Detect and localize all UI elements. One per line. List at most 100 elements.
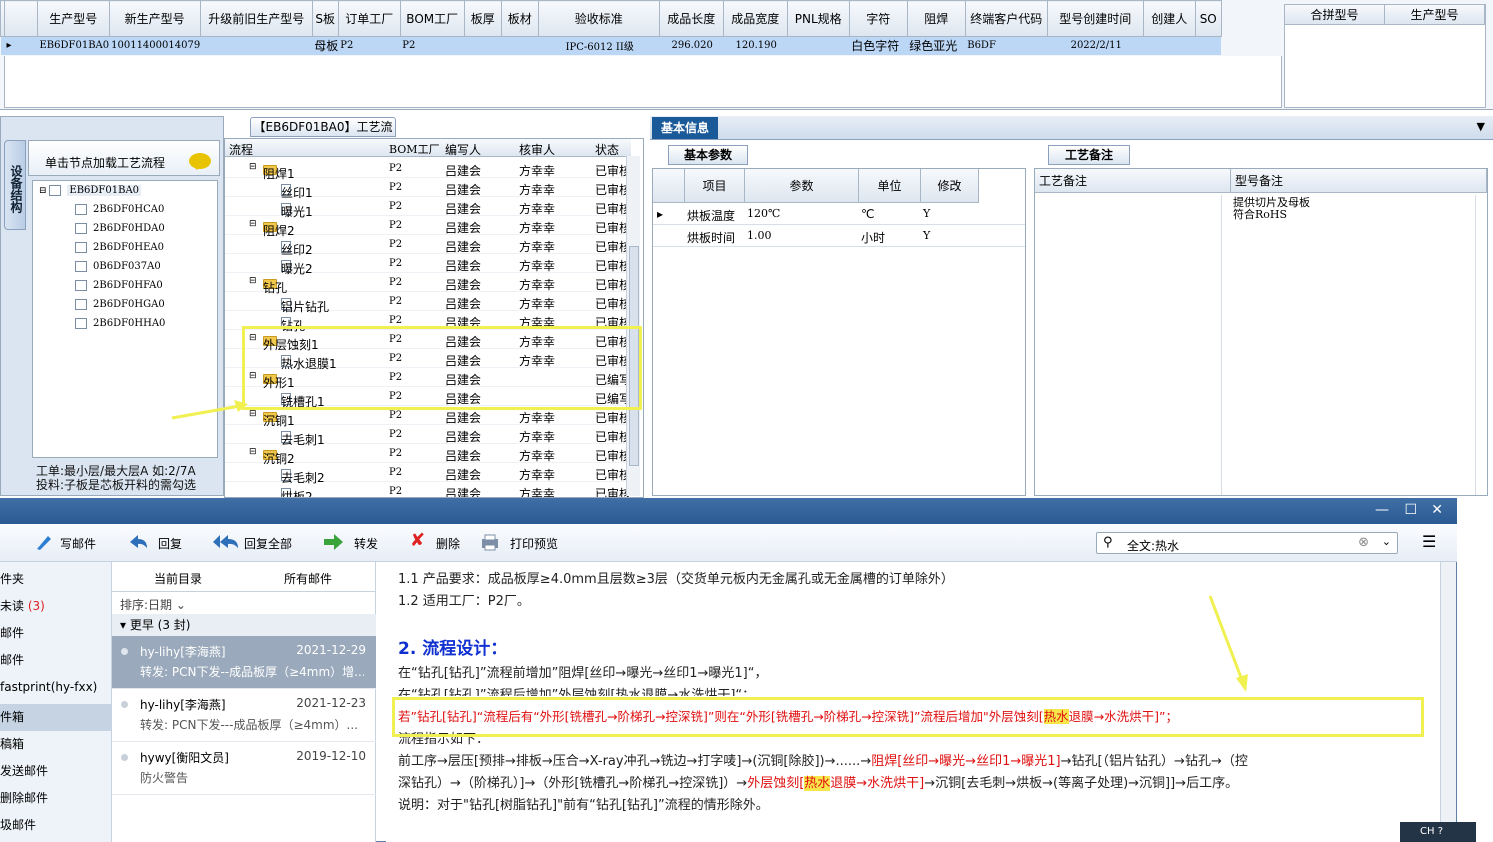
cell[interactable]: 方幸幸 bbox=[519, 181, 555, 198]
col-header[interactable]: 板厚 bbox=[463, 0, 502, 37]
cell[interactable]: P2 bbox=[400, 36, 465, 55]
cell[interactable]: P2 bbox=[389, 486, 402, 497]
tab-current-folder[interactable]: 当前目录 bbox=[154, 570, 202, 587]
table-row[interactable]: 去毛刺2 P2 吕建会 方幸幸 已审核 bbox=[225, 463, 631, 485]
cell[interactable]: 吕建会 bbox=[445, 181, 481, 198]
cell[interactable]: P2 bbox=[338, 36, 401, 55]
print-preview-button[interactable]: 打印预览 bbox=[510, 535, 558, 552]
tab-process-flow[interactable]: 【EB6DF01BA0】工艺流程 bbox=[250, 117, 396, 152]
maximize-icon[interactable]: ☐ bbox=[1404, 502, 1417, 518]
cell[interactable]: P2 bbox=[389, 448, 402, 459]
scrollbar[interactable] bbox=[1475, 195, 1487, 495]
table-row[interactable]: 铝片钻孔 P2 吕建会 方幸幸 已审核 bbox=[225, 292, 631, 314]
tab-all-mail[interactable]: 所有邮件 bbox=[284, 570, 332, 587]
sort-dropdown[interactable]: 排序:日期 ⌄ bbox=[120, 596, 186, 613]
cell[interactable]: 已审核 bbox=[595, 238, 629, 255]
cell[interactable] bbox=[501, 36, 539, 55]
tree-node[interactable]: 2B6DF0HEA0 bbox=[75, 242, 164, 253]
cell[interactable]: 已审核 bbox=[595, 257, 629, 274]
cell[interactable]: P2 bbox=[389, 429, 402, 440]
cell[interactable]: 已审核 bbox=[595, 409, 629, 426]
col-header[interactable]: 成品宽度 bbox=[722, 0, 788, 37]
list-item-selected[interactable]: hy-lihy[李海燕] 2021-12-29 转发: PCN下发--成品板厚（… bbox=[112, 636, 376, 689]
cell[interactable]: 方幸幸 bbox=[519, 447, 555, 464]
cell[interactable]: 方幸幸 bbox=[519, 295, 555, 312]
cell[interactable]: 方幸幸 bbox=[519, 238, 555, 255]
cell[interactable]: 吕建会 bbox=[445, 257, 481, 274]
col-header[interactable]: 订单工厂 bbox=[337, 0, 401, 37]
collapse-icon[interactable]: ⊟ bbox=[249, 447, 257, 457]
help-icon[interactable]: ? bbox=[1438, 826, 1443, 837]
tree-node[interactable]: 2B6DF0HHA0 bbox=[75, 318, 165, 329]
cell[interactable]: P2 bbox=[389, 201, 402, 212]
table-row[interactable]: 丝印2 P2 吕建会 方幸幸 已审核 bbox=[225, 235, 631, 257]
cell[interactable]: 吕建会 bbox=[445, 219, 481, 236]
col-header[interactable]: 参数 bbox=[745, 169, 859, 203]
table-row[interactable]: 丝印1 P2 吕建会 方幸幸 已审核 bbox=[225, 178, 631, 200]
folder-item[interactable]: 邮件 bbox=[0, 647, 112, 674]
cell[interactable]: 296.020 bbox=[659, 36, 724, 55]
table-row[interactable]: 去毛刺1 P2 吕建会 方幸幸 已审核 bbox=[225, 425, 631, 447]
col-header[interactable]: 阻焊 bbox=[906, 0, 966, 37]
table-row[interactable]: ▸ 烘板温度 120℃ ℃ Y bbox=[653, 203, 1025, 225]
col-header[interactable]: 生产型号 bbox=[37, 0, 110, 37]
cell[interactable]: 白色字符 bbox=[849, 36, 908, 55]
col-header[interactable]: BOM工厂 bbox=[399, 0, 465, 37]
col-header[interactable]: SO bbox=[1194, 0, 1222, 37]
col-header[interactable]: 工艺备注 bbox=[1035, 169, 1231, 193]
col-header[interactable]: 板材 bbox=[500, 0, 539, 37]
cell[interactable] bbox=[200, 36, 313, 55]
delete-icon[interactable]: ✘ bbox=[410, 530, 430, 551]
folder-item[interactable]: 未读 (3) bbox=[0, 593, 112, 620]
cell[interactable]: 120℃ bbox=[747, 207, 780, 220]
cell[interactable]: 已审核 bbox=[595, 447, 629, 464]
col-header[interactable]: PNL规格 bbox=[786, 0, 850, 37]
reply-button[interactable]: 回复 bbox=[158, 535, 182, 552]
col-header[interactable]: 验收标准 bbox=[537, 0, 660, 37]
table-row[interactable]: ⊟ 阻焊2 P2 吕建会 方幸幸 已审核 bbox=[225, 216, 631, 238]
col-header[interactable]: 创建人 bbox=[1142, 0, 1196, 37]
folder-item[interactable]: fastprint(hy-fxx) bbox=[0, 674, 112, 701]
cell[interactable]: 方幸幸 bbox=[519, 485, 555, 497]
col-header[interactable]: 升级前旧生产型号 bbox=[199, 0, 313, 37]
cell[interactable]: 已审核 bbox=[595, 466, 629, 483]
cell[interactable]: 120.190 bbox=[723, 36, 788, 55]
col-header[interactable]: 状态 bbox=[595, 141, 619, 158]
cell[interactable]: 2022/2/11 bbox=[1047, 36, 1144, 55]
cell[interactable]: 吕建会 bbox=[445, 295, 481, 312]
reply-all-icon[interactable] bbox=[212, 532, 240, 552]
cell[interactable]: P2 bbox=[389, 410, 402, 421]
tree-node[interactable]: 2B6DF0HFA0 bbox=[75, 280, 163, 291]
col-header[interactable]: 单位 bbox=[859, 169, 921, 203]
cell[interactable]: B6DF bbox=[965, 36, 1048, 55]
cell[interactable]: Y bbox=[923, 229, 930, 242]
folder-item[interactable]: 圾邮件 bbox=[0, 812, 112, 839]
folder-item[interactable]: 稿箱 bbox=[0, 731, 112, 758]
col-header[interactable]: 修改 bbox=[921, 169, 979, 203]
folder-item[interactable]: 件夹 bbox=[0, 566, 112, 593]
cell[interactable]: P2 bbox=[389, 277, 402, 288]
tree-node[interactable]: 2B6DF0HGA0 bbox=[75, 299, 165, 310]
cell[interactable]: IPC-6012 II级 bbox=[538, 36, 660, 55]
collapse-icon[interactable]: ⊟ bbox=[249, 276, 257, 286]
cell[interactable]: 吕建会 bbox=[445, 428, 481, 445]
cell[interactable]: 吕建会 bbox=[445, 276, 481, 293]
tab-basic-params[interactable]: 基本参数 bbox=[668, 145, 748, 165]
cell[interactable]: P2 bbox=[389, 467, 402, 478]
folder-item-selected[interactable]: 件箱 bbox=[0, 704, 112, 731]
cell[interactable]: 吕建会 bbox=[445, 447, 481, 464]
cell[interactable]: 已审核 bbox=[595, 181, 629, 198]
cell[interactable]: 1.00 bbox=[747, 229, 772, 242]
cell[interactable] bbox=[1143, 36, 1196, 55]
compose-button[interactable]: 写邮件 bbox=[60, 535, 96, 552]
tree-node-root[interactable]: ⊟ EB6DF01BA0 bbox=[39, 185, 142, 196]
cell[interactable]: ℃ bbox=[861, 207, 874, 221]
cell[interactable]: 已审核 bbox=[595, 485, 629, 497]
col-header[interactable]: 核审人 bbox=[519, 141, 555, 158]
tree-node[interactable]: 2B6DF0HDA0 bbox=[75, 223, 165, 234]
model-note[interactable]: 提供切片及母板 符合RoHS bbox=[1233, 197, 1310, 221]
folder-item[interactable]: 邮件 bbox=[0, 620, 112, 647]
cell[interactable]: P2 bbox=[389, 296, 402, 307]
folder-item[interactable]: 删除邮件 bbox=[0, 785, 112, 812]
cell[interactable]: 吕建会 bbox=[445, 409, 481, 426]
